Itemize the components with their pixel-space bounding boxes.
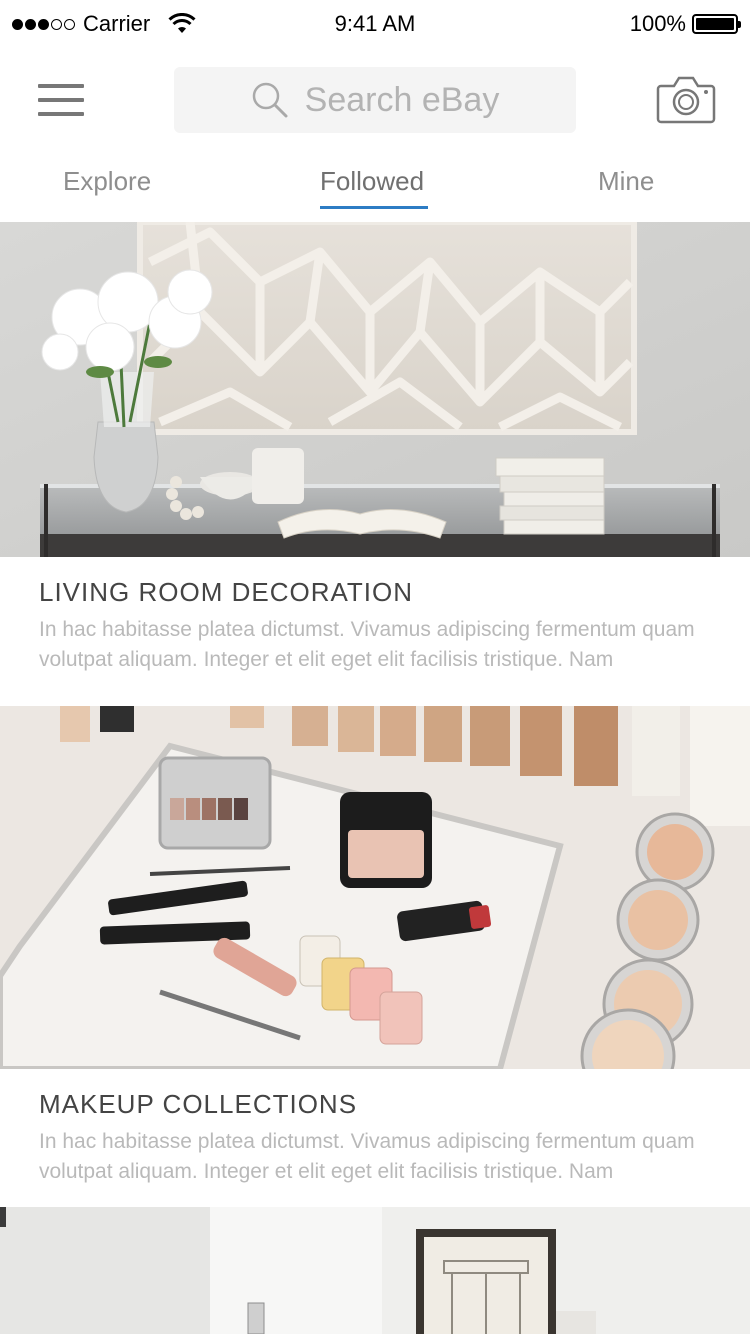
battery-icon (692, 14, 741, 34)
card-partial[interactable] (0, 1207, 750, 1334)
status-bar: Carrier 9:41 AM 100% (0, 0, 750, 48)
tab-mine[interactable]: Mine (598, 166, 654, 197)
menu-button[interactable] (36, 78, 88, 122)
search-placeholder: Search eBay (304, 80, 500, 119)
card-image-partial (0, 1207, 750, 1334)
search-input[interactable]: Search eBay (174, 67, 576, 133)
card-title: LIVING ROOM DECORATION (39, 577, 413, 607)
card-title: MAKEUP COLLECTIONS (39, 1089, 358, 1119)
camera-icon[interactable] (656, 72, 716, 126)
battery-percent: 100% (629, 11, 686, 36)
menu-icon (38, 84, 84, 88)
card-image-makeup (0, 706, 750, 1069)
card-image-living-room (0, 222, 750, 557)
tab-explore[interactable]: Explore (63, 166, 151, 197)
app-header: Search eBay (0, 48, 750, 156)
search-icon (252, 82, 288, 118)
tab-bar: Explore Followed Mine (0, 156, 750, 222)
tab-followed[interactable]: Followed (320, 166, 429, 209)
card-description: In hac habitasse platea dictumst. Vivamu… (39, 618, 695, 671)
card-description: In hac habitasse platea dictumst. Vivamu… (39, 1130, 695, 1183)
card-makeup[interactable]: MAKEUP COLLECTIONS In hac habitasse plat… (0, 706, 750, 1207)
status-right: 100% (629, 10, 741, 38)
card-living-room[interactable]: LIVING ROOM DECORATION In hac habitasse … (0, 222, 750, 706)
